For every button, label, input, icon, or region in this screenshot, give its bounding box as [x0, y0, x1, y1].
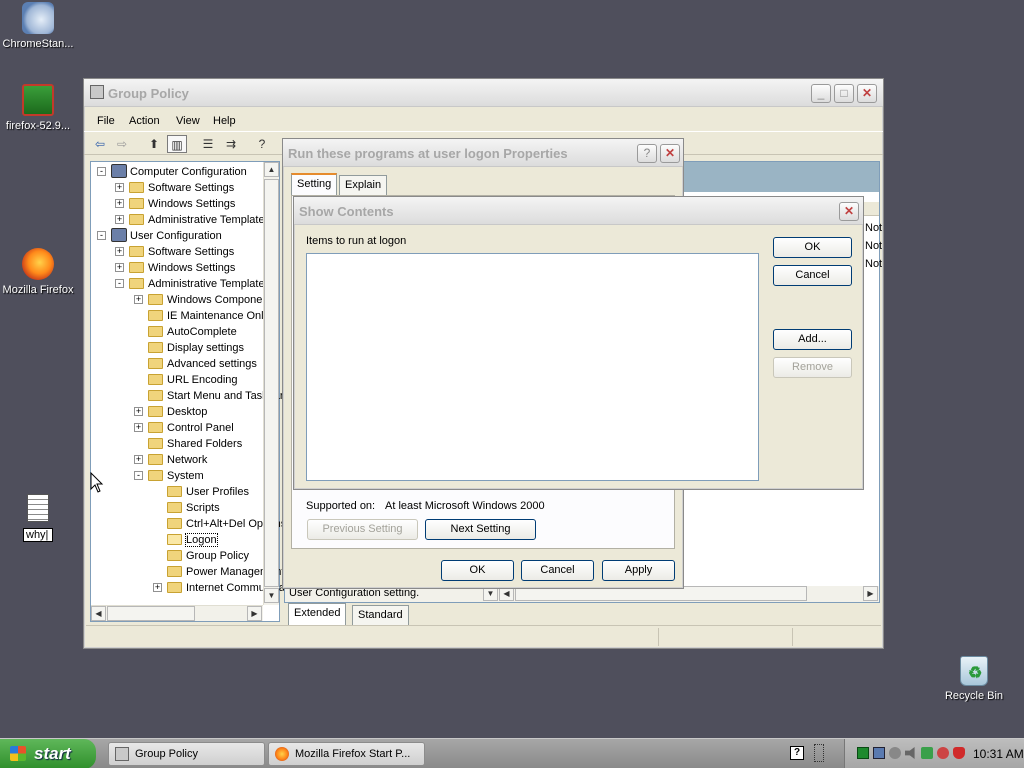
- apply-button[interactable]: Apply: [602, 560, 675, 581]
- group-policy-app-icon: [115, 747, 129, 761]
- desktop-icon-label: ChromeStan...: [2, 38, 74, 50]
- desktop-icon-recycle-bin[interactable]: ♻ Recycle Bin: [936, 656, 1012, 702]
- export-list-icon[interactable]: ⇉: [221, 135, 241, 153]
- view-tabs: Extended Standard: [288, 603, 488, 625]
- next-setting-button[interactable]: Next Setting: [425, 519, 536, 540]
- scroll-right-button[interactable]: ▶: [247, 606, 262, 621]
- taskbar-item-group-policy[interactable]: Group Policy: [108, 742, 265, 766]
- tab-standard[interactable]: Standard: [352, 605, 409, 625]
- desktop-icon-text-file[interactable]: why|: [0, 494, 76, 545]
- mouse-pointer-icon: [90, 472, 104, 493]
- menu-action[interactable]: Action: [129, 115, 160, 127]
- show-contents-title: Show Contents: [299, 204, 394, 219]
- firefox-icon: [22, 248, 54, 280]
- desktop-icon-label: Recycle Bin: [944, 690, 1004, 702]
- desktop-icon-mozilla-firefox[interactable]: Mozilla Firefox: [0, 248, 76, 296]
- start-button[interactable]: start: [0, 739, 96, 768]
- scroll-up-button[interactable]: ▲: [264, 162, 279, 177]
- desktop-icon-label: Mozilla Firefox: [2, 284, 74, 296]
- properties-title-bar[interactable]: Run these programs at user logon Propert…: [283, 139, 683, 167]
- properties-tabs: Setting Explain: [291, 173, 411, 195]
- language-bar-icon[interactable]: [814, 744, 824, 762]
- desktop-icon-chromestandalone[interactable]: ChromeStan...: [0, 2, 76, 50]
- system-tray: 10:31 AM: [844, 739, 1024, 768]
- properties-title: Run these programs at user logon Propert…: [288, 146, 568, 161]
- start-label: start: [34, 744, 71, 763]
- windows-logo-icon: [10, 746, 26, 761]
- installer-disc-icon: [22, 2, 54, 34]
- title-bar[interactable]: Group Policy _ □ ✕: [84, 79, 883, 107]
- menu-view[interactable]: View: [176, 115, 200, 127]
- safely-remove-tray-icon[interactable]: [921, 747, 933, 759]
- add-button[interactable]: Add...: [773, 329, 852, 350]
- help-button[interactable]: ?: [637, 144, 657, 163]
- maximize-button[interactable]: □: [834, 84, 854, 103]
- taskbar-item-firefox[interactable]: Mozilla Firefox Start P...: [268, 742, 425, 766]
- status-divider: [792, 628, 793, 646]
- group-policy-app-icon: [90, 85, 104, 99]
- show-hide-tree-icon[interactable]: ▥: [167, 135, 187, 153]
- close-button[interactable]: ✕: [857, 84, 877, 103]
- tab-explain[interactable]: Explain: [339, 175, 388, 195]
- previous-setting-button[interactable]: Previous Setting: [307, 519, 418, 540]
- cancel-button[interactable]: Cancel: [773, 265, 852, 286]
- supported-on-label: Supported on:: [306, 500, 376, 512]
- state-cell: Not: [865, 258, 883, 270]
- desktop-icon-firefox-installer[interactable]: firefox-52.9...: [0, 84, 76, 132]
- taskbar-item-label: Group Policy: [135, 748, 198, 760]
- items-list-label: Items to run at logon: [306, 235, 407, 247]
- installer-box-icon: [22, 84, 54, 116]
- clock[interactable]: 10:31 AM: [973, 747, 1024, 761]
- scroll-right-button[interactable]: ▶: [863, 586, 878, 601]
- speaker-tray-icon[interactable]: [905, 747, 915, 759]
- security-alert-tray-icon[interactable]: [953, 747, 965, 759]
- back-arrow-icon[interactable]: ⇦: [90, 135, 110, 153]
- firefox-icon: [275, 747, 289, 761]
- status-divider: [658, 628, 659, 646]
- properties-icon[interactable]: ☰: [198, 135, 218, 153]
- scroll-left-button[interactable]: ◀: [91, 606, 106, 621]
- supported-on-value: At least Microsoft Windows 2000: [385, 500, 545, 512]
- tree-vertical-scrollbar[interactable]: ▲ ▼: [263, 162, 279, 605]
- status-bar: [86, 625, 881, 647]
- forward-arrow-icon[interactable]: ⇨: [112, 135, 132, 153]
- desktop-icon-label: firefox-52.9...: [5, 120, 71, 132]
- green-square-tray-icon[interactable]: [857, 747, 869, 759]
- cancel-button[interactable]: Cancel: [521, 560, 594, 581]
- state-cell: Not: [865, 222, 883, 234]
- close-button[interactable]: ✕: [660, 144, 680, 163]
- scroll-thumb[interactable]: [264, 179, 279, 587]
- rename-field[interactable]: why|: [23, 528, 53, 542]
- items-list[interactable]: [306, 253, 759, 481]
- recycle-bin-icon: ♻: [960, 656, 988, 686]
- scroll-down-button[interactable]: ▼: [264, 588, 279, 603]
- taskbar: start Group Policy Mozilla Firefox Start…: [0, 738, 1024, 768]
- tab-extended[interactable]: Extended: [288, 603, 347, 625]
- remove-button[interactable]: Remove: [773, 357, 852, 378]
- tab-setting[interactable]: Setting: [291, 173, 338, 195]
- menu-file[interactable]: File: [97, 115, 115, 127]
- help-tray-icon[interactable]: ?: [790, 746, 804, 760]
- shield-tray-icon[interactable]: [889, 747, 901, 759]
- menu-help[interactable]: Help: [213, 115, 236, 127]
- users-tray-icon[interactable]: [937, 747, 949, 759]
- up-folder-icon[interactable]: ⬆: [144, 135, 164, 153]
- show-contents-title-bar[interactable]: Show Contents ✕: [294, 197, 863, 225]
- state-cell: Not: [865, 240, 883, 252]
- ok-button[interactable]: OK: [441, 560, 514, 581]
- scroll-thumb[interactable]: [107, 606, 195, 621]
- ok-button[interactable]: OK: [773, 237, 852, 258]
- show-contents-dialog: Show Contents ✕ Items to run at logon OK…: [293, 196, 864, 490]
- close-button[interactable]: ✕: [839, 202, 859, 221]
- tree-horizontal-scrollbar[interactable]: ◀ ▶: [91, 605, 263, 621]
- minimize-button[interactable]: _: [811, 84, 831, 103]
- menu-bar: File Action View Help: [84, 111, 883, 131]
- details-header-band: [681, 162, 879, 192]
- taskbar-item-label: Mozilla Firefox Start P...: [295, 748, 411, 760]
- tree-pane[interactable]: - Computer Configuration + Software Setting…: [90, 161, 303, 622]
- help-icon[interactable]: ?: [252, 135, 272, 153]
- notepad-file-icon: [27, 494, 49, 522]
- network-tray-icon[interactable]: [873, 747, 885, 759]
- window-title: Group Policy: [108, 86, 189, 101]
